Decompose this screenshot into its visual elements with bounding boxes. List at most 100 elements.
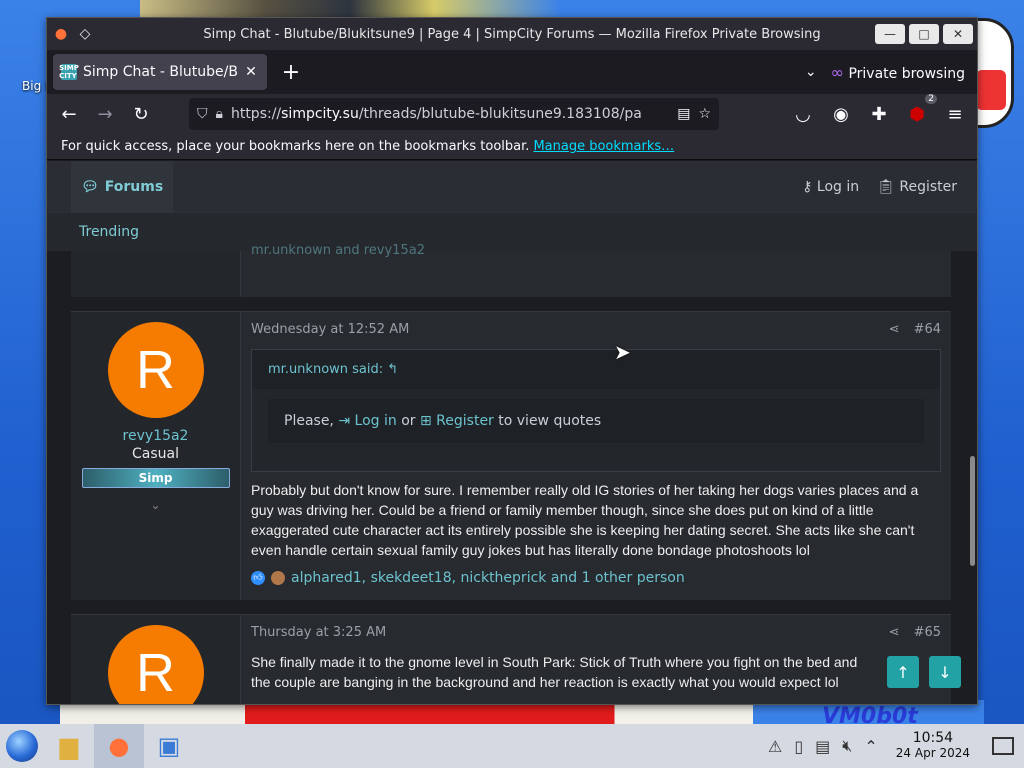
sub-navigation: Trending — [47, 213, 977, 251]
url-text[interactable]: https://simpcity.su/threads/blutube-bluk… — [231, 106, 669, 122]
clipboard-tray-icon[interactable]: ▤ — [815, 737, 830, 756]
bookmarks-hint: For quick access, place your bookmarks h… — [61, 139, 530, 154]
page-content: 💬︎ Forums ⚷ Log in 📋︎ Register Trending … — [47, 161, 977, 704]
taskbar: ▆ ● ▣ ⚠ ▯ ▤ 🔇︎ ⌃ 10:54 24 Apr 2024 — [0, 724, 1024, 768]
post-date[interactable]: Thursday at 3:25 AM — [251, 625, 386, 640]
bookmarks-toolbar: For quick access, place your bookmarks h… — [47, 134, 977, 160]
post-number-link[interactable]: #64 — [914, 322, 941, 337]
firefox-icon[interactable]: ● — [51, 24, 71, 44]
window-titlebar[interactable]: ● ◇ Simp Chat - Blutube/Blukitsune9 | Pa… — [47, 18, 977, 50]
quote-author-link[interactable]: mr.unknown said: — [268, 362, 383, 377]
menu-hamburger-icon[interactable]: ≡ — [939, 98, 971, 130]
system-tray: ⚠ ▯ ▤ 🔇︎ ⌃ 10:54 24 Apr 2024 — [768, 731, 1024, 761]
post-user-panel: R revy15a2 Casual Simp ⌄ — [71, 312, 241, 600]
post-message: Probably but don't know for sure. I reme… — [251, 482, 919, 558]
pocket-icon[interactable]: ◡ — [787, 98, 819, 130]
tab-simp-chat[interactable]: SIMP CITY Simp Chat - Blutube/Blukitsune… — [53, 54, 267, 90]
quote-header: mr.unknown said: ↰ — [252, 350, 940, 389]
quote-register-link[interactable]: ⊞ Register — [420, 413, 494, 429]
private-browsing-label: Private browsing — [848, 65, 965, 82]
reactions-list[interactable]: alphared1, skekdeet18, nicktheprick and … — [291, 570, 685, 586]
site-navigation: 💬︎ Forums ⚷ Log in 📋︎ Register — [47, 161, 977, 213]
register-link[interactable]: 📋︎ Register — [877, 179, 957, 195]
scroll-to-top-button[interactable]: ↑ — [887, 656, 919, 688]
navigation-toolbar: ← → ↻ ⛉ 🔒︎ https://simpcity.su/threads/b… — [47, 94, 977, 134]
firefox-taskbar-icon[interactable]: ● — [94, 724, 144, 768]
user-title: Casual — [132, 446, 179, 462]
clipboard-icon: 📋︎ — [877, 179, 895, 195]
jump-to-quote-icon[interactable]: ↰ — [387, 362, 398, 377]
volume-muted-icon[interactable]: 🔇︎ — [842, 736, 852, 756]
firefox-window: ● ◇ Simp Chat - Blutube/Blukitsune9 | Pa… — [46, 17, 978, 705]
close-window-button[interactable]: ✕ — [943, 24, 973, 44]
bookmark-star-icon[interactable]: ☆ — [698, 106, 711, 122]
tracking-protection-shield-icon[interactable]: ⛉ — [197, 106, 208, 122]
extension-badge-count: 2 — [925, 94, 937, 104]
maximize-button[interactable]: □ — [909, 24, 939, 44]
user-banner: Simp — [81, 468, 230, 488]
post-64: R revy15a2 Casual Simp ⌄ Wednesday at 12… — [71, 311, 951, 600]
forward-button[interactable]: → — [89, 98, 121, 130]
post-number-link[interactable]: #65 — [914, 625, 941, 640]
post-main: Thursday at 3:25 AM ⋖ #65 She finally ma… — [241, 615, 951, 704]
scroll-to-bottom-button[interactable]: ↓ — [929, 656, 961, 688]
ublock-icon[interactable]: ⬢ 2 — [901, 94, 937, 130]
tray-expand-chevron-up-icon[interactable]: ⌃ — [864, 737, 877, 756]
back-button[interactable]: ← — [53, 98, 85, 130]
extensions-puzzle-icon[interactable]: ✚ — [863, 98, 895, 130]
login-link[interactable]: ⚷ Log in — [802, 179, 859, 195]
file-manager-icon[interactable]: ▆ — [44, 724, 94, 768]
thread-posts: mr.unknown and revy15a2 R revy15a2 Casua… — [71, 243, 951, 704]
network-icon[interactable]: ⚠ — [768, 737, 782, 756]
simpcity-favicon-icon: SIMP CITY — [59, 64, 79, 80]
quote-block: mr.unknown said: ↰ Please, ⇥ Log in or ⊞… — [251, 349, 941, 472]
lock-icon[interactable]: 🔒︎ — [216, 106, 223, 122]
previous-post-sliver: mr.unknown and revy15a2 — [71, 243, 951, 297]
minimize-button[interactable]: — — [875, 24, 905, 44]
start-button[interactable] — [0, 724, 44, 768]
tab-bar: SIMP CITY Simp Chat - Blutube/Blukitsune… — [47, 50, 977, 94]
avatar[interactable]: R — [107, 322, 204, 418]
post-message: She finally made it to the gnome level i… — [251, 654, 858, 690]
window-title: Simp Chat - Blutube/Blukitsune9 | Page 4… — [203, 26, 821, 42]
nav-tab-forums[interactable]: 💬︎ Forums — [71, 161, 174, 213]
close-tab-icon[interactable]: ✕ — [243, 64, 259, 80]
private-browsing-indicator: ∞ Private browsing — [831, 63, 965, 82]
username-link[interactable]: revy15a2 — [123, 428, 189, 444]
quote-login-prompt: Please, ⇥ Log in or ⊞ Register to view q… — [268, 399, 924, 443]
new-tab-button[interactable]: + — [273, 54, 309, 90]
avatar[interactable]: R — [107, 625, 204, 704]
account-icon[interactable]: ◉ — [825, 98, 857, 130]
url-bar[interactable]: ⛉ 🔒︎ https://simpcity.su/threads/blutube… — [189, 98, 719, 130]
key-icon: ⚷ — [802, 179, 813, 195]
pin-icon[interactable]: ◇ — [75, 24, 95, 44]
previous-post-reactions[interactable]: mr.unknown and revy15a2 — [251, 243, 425, 258]
wallpaper-art-right-accent — [976, 70, 1006, 110]
reload-button[interactable]: ↻ — [125, 98, 157, 130]
post-date[interactable]: Wednesday at 12:52 AM — [251, 322, 409, 337]
post-65: R Thursday at 3:25 AM ⋖ #65 She finally … — [71, 614, 951, 704]
private-mask-icon: ∞ — [830, 62, 844, 82]
like-reaction-icon: 👍︎ — [251, 571, 265, 585]
clock[interactable]: 10:54 24 Apr 2024 — [896, 731, 970, 761]
list-all-tabs-chevron-down-icon[interactable]: ⌄ — [805, 64, 817, 80]
tab-title: Simp Chat - Blutube/Blukitsune9 — [83, 64, 237, 80]
expand-user-chevron-down-icon[interactable]: ⌄ — [150, 498, 160, 512]
post-main: Wednesday at 12:52 AM ⋖ #64 mr.unknown s… — [241, 312, 951, 600]
post-user-panel: R — [71, 615, 241, 704]
manage-bookmarks-link[interactable]: Manage bookmarks… — [533, 139, 674, 154]
quote-login-link[interactable]: ⇥ Log in — [338, 413, 396, 429]
forums-chat-icon: 💬︎ — [81, 179, 99, 195]
reader-view-icon[interactable]: ▤ — [677, 106, 690, 122]
share-icon[interactable]: ⋖ — [889, 625, 900, 640]
reaction-avatar-icon — [271, 571, 285, 585]
forums-label: Forums — [104, 179, 164, 195]
show-desktop-icon[interactable] — [992, 737, 1014, 755]
trending-link[interactable]: Trending — [79, 224, 139, 240]
share-icon[interactable]: ⋖ — [889, 322, 900, 337]
start-orb-icon — [6, 730, 38, 762]
notes-icon[interactable]: ▯ — [794, 737, 803, 756]
page-scrollbar[interactable] — [970, 456, 975, 566]
control-panel-icon[interactable]: ▣ — [144, 724, 194, 768]
post-reactions[interactable]: 👍︎ alphared1, skekdeet18, nicktheprick a… — [251, 570, 941, 586]
